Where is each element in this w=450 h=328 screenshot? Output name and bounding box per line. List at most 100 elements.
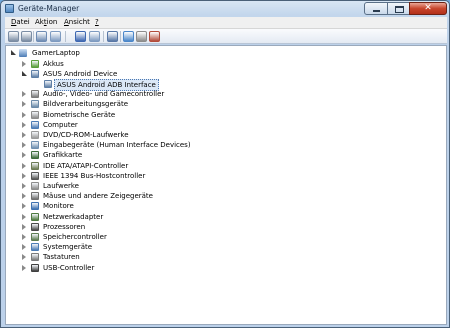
expand-arrow-icon[interactable] (22, 213, 26, 220)
menu-datei[interactable]: Datei (11, 18, 30, 26)
title-bar[interactable]: Geräte-Manager ✕ (1, 1, 449, 17)
expand-arrow-icon[interactable] (22, 264, 26, 271)
menu-ansicht[interactable]: Ansicht (64, 18, 90, 26)
action-pane-icon[interactable] (89, 31, 100, 42)
maximize-button[interactable] (387, 2, 410, 15)
computer-icon (31, 120, 39, 129)
expand-arrow-icon[interactable] (22, 121, 26, 128)
optical-drive-icon (31, 130, 39, 139)
forward-arrow-icon[interactable] (21, 31, 32, 42)
tree-row[interactable]: Bildverarbeitungsgeräte (19, 99, 279, 109)
tree-item-label: Computer (43, 120, 78, 129)
tree-item-label: Grafikkarte (43, 151, 83, 160)
update-driver-icon[interactable] (123, 31, 134, 42)
tree-item-label: DVD/CD-ROM-Laufwerke (43, 130, 129, 139)
scan-hardware-icon[interactable] (107, 31, 118, 42)
tree-item-label: Audio-, Video- und Gamecontroller (43, 90, 165, 99)
expand-arrow-icon[interactable] (22, 172, 26, 179)
adb-interface-icon (44, 79, 52, 88)
show-hide-console-tree-icon[interactable] (36, 31, 47, 42)
tree-row[interactable]: IDE ATA/ATAPI-Controller (19, 161, 279, 171)
toolbar-separator (65, 31, 66, 42)
expand-arrow-icon[interactable] (22, 233, 26, 240)
expand-arrow-icon[interactable] (22, 101, 26, 108)
tree-row[interactable]: Mäuse und andere Zeigegeräte (19, 191, 279, 201)
tree-row[interactable]: IEEE 1394 Bus-Hostcontroller (19, 171, 279, 181)
tree-row[interactable]: Akkus (19, 59, 279, 69)
tree-row[interactable]: Systemgeräte (19, 242, 279, 252)
tree-row[interactable]: Monitore (19, 201, 279, 211)
close-button[interactable]: ✕ (409, 2, 447, 15)
android-device-icon (31, 69, 39, 78)
tree-item-label: Netzwerkadapter (43, 212, 104, 221)
expand-arrow-icon[interactable] (22, 111, 26, 118)
tree-row[interactable]: Tastaturen (19, 252, 279, 262)
tree-row[interactable]: Laufwerke (19, 181, 279, 191)
tree-row[interactable]: Biometrische Geräte (19, 110, 279, 120)
expand-arrow-icon[interactable] (22, 203, 26, 210)
device-manager-app-icon (5, 4, 14, 13)
tree-row[interactable]: USB-Controller (19, 263, 279, 273)
maximize-icon (395, 6, 404, 13)
tree-row[interactable]: Netzwerkadapter (19, 212, 279, 222)
network-adapter-icon (31, 212, 39, 221)
expand-arrow-icon[interactable] (22, 254, 26, 261)
device-manager-window: Geräte-Manager ✕ Datei Aktion Ansicht ? … (0, 0, 450, 328)
collapse-arrow-icon[interactable] (22, 70, 27, 76)
tree-row[interactable]: Computer (19, 120, 279, 130)
tree-row[interactable]: Audio-, Video- und Gamecontroller (19, 89, 279, 99)
menu-help[interactable]: ? (95, 18, 99, 26)
tree-row[interactable]: Speichercontroller (19, 232, 279, 242)
expand-arrow-icon[interactable] (22, 91, 26, 98)
device-tree[interactable]: GamerLaptop Akkus ASUS Android Device ASUS… (5, 45, 447, 325)
minimize-icon (373, 10, 380, 12)
camera-icon (31, 100, 39, 109)
monitor-icon (31, 202, 39, 211)
tree-row[interactable]: Prozessoren (19, 222, 279, 232)
tree-root-label: GamerLaptop (32, 49, 80, 57)
tree-row[interactable]: Grafikkarte (19, 150, 279, 160)
expand-arrow-icon[interactable] (22, 193, 26, 200)
properties-icon[interactable] (50, 31, 61, 42)
fingerprint-icon (31, 110, 39, 119)
usb-icon (31, 263, 39, 272)
tree-row[interactable]: ASUS Android Device (19, 69, 279, 79)
expand-arrow-icon[interactable] (22, 152, 26, 159)
expand-arrow-icon[interactable] (22, 162, 26, 169)
tree-row[interactable]: Eingabegeräte (Human Interface Devices) (19, 140, 279, 150)
expand-arrow-icon[interactable] (22, 223, 26, 230)
disk-drive-icon (31, 181, 39, 190)
toolbar-separator (120, 31, 121, 42)
minimize-button[interactable] (364, 2, 388, 15)
tree-item-label: Monitore (43, 202, 74, 211)
mouse-icon (31, 192, 39, 201)
help-icon[interactable] (75, 31, 86, 42)
tree-item-label: Tastaturen (43, 253, 80, 262)
tree-item-label: ASUS Android Device (43, 69, 118, 78)
expand-arrow-icon[interactable] (22, 131, 26, 138)
tree-item-label: Bildverarbeitungsgeräte (43, 100, 129, 109)
menu-bar: Datei Aktion Ansicht ? (5, 17, 447, 29)
tree-item-label: USB-Controller (43, 263, 95, 272)
system-device-icon (31, 243, 39, 252)
expand-arrow-icon[interactable] (22, 244, 26, 251)
tree-row[interactable]: ASUS Android ADB Interface (32, 78, 292, 91)
toolbar-separator (103, 31, 104, 42)
disable-device-icon[interactable] (136, 31, 147, 42)
expand-arrow-icon[interactable] (22, 60, 26, 67)
uninstall-device-icon[interactable] (149, 31, 160, 42)
tree-item-label: Akkus (43, 59, 64, 68)
tree-root-row[interactable]: GamerLaptop (9, 48, 209, 58)
tree-row[interactable]: DVD/CD-ROM-Laufwerke (19, 130, 279, 140)
back-arrow-icon[interactable] (8, 31, 19, 42)
menu-aktion[interactable]: Aktion (35, 18, 57, 26)
close-icon: ✕ (424, 3, 432, 13)
collapse-arrow-icon[interactable] (11, 50, 16, 55)
tree-item-label: IDE ATA/ATAPI-Controller (43, 161, 129, 170)
tree-item-label: Eingabegeräte (Human Interface Devices) (43, 141, 191, 150)
expand-arrow-icon[interactable] (22, 182, 26, 189)
ide-controller-icon (31, 161, 39, 170)
computer-root-icon (19, 49, 27, 57)
expand-arrow-icon[interactable] (22, 142, 26, 149)
tree-item-label: IEEE 1394 Bus-Hostcontroller (43, 171, 146, 180)
